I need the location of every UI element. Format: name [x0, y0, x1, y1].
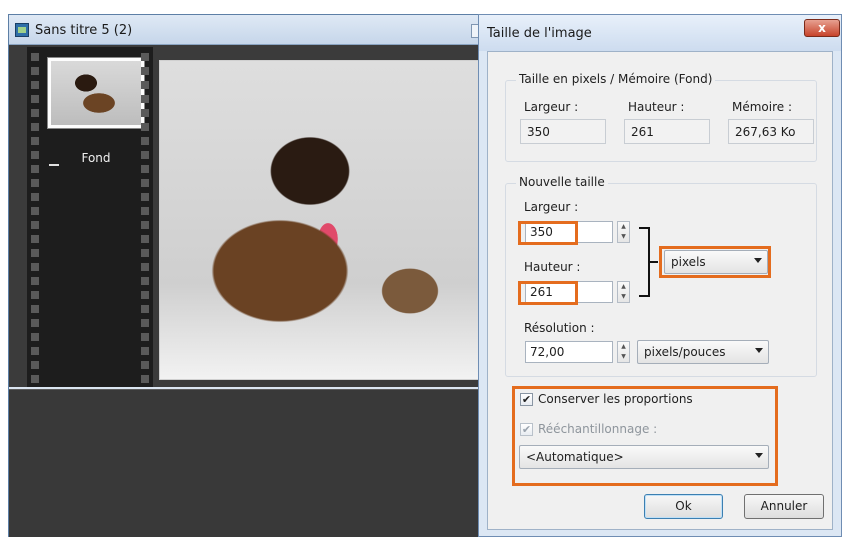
film-perforation	[141, 235, 149, 243]
workspace-bottom-panel	[9, 389, 483, 537]
film-perforation	[31, 277, 39, 285]
film-perforation	[31, 291, 39, 299]
new-size-group: Nouvelle taille Largeur : 350 ▲ ▼ Hauteur…	[505, 175, 817, 377]
film-perforation	[141, 123, 149, 131]
film-perforation	[31, 333, 39, 341]
film-perforation	[141, 207, 149, 215]
film-perforation	[31, 109, 39, 117]
link-bracket	[639, 227, 650, 297]
dialog-title: Taille de l'image	[487, 26, 592, 41]
film-perforation	[31, 151, 39, 159]
new-size-group-title: Nouvelle taille	[516, 175, 608, 189]
current-width-label: Largeur :	[524, 100, 579, 114]
film-perforation	[141, 263, 149, 271]
height-spinner-icon[interactable]: ▲ ▼	[617, 281, 630, 303]
layer-thumbnail[interactable]	[47, 57, 145, 129]
film-perforation	[141, 193, 149, 201]
film-perforation	[141, 95, 149, 103]
film-perforation	[141, 221, 149, 229]
pixel-size-group: Taille en pixels / Mémoire (Fond) Largeu…	[505, 72, 817, 162]
layer-name: Fond	[81, 151, 111, 165]
film-perforation	[31, 123, 39, 131]
film-perforation	[31, 95, 39, 103]
layer-thumbnail-image	[51, 61, 141, 125]
dialog-titlebar: Taille de l'image x	[479, 15, 841, 51]
film-perforation	[31, 137, 39, 145]
film-perforation	[141, 81, 149, 89]
film-perforation	[31, 249, 39, 257]
film-perforation	[31, 361, 39, 369]
film-perforation	[141, 277, 149, 285]
dog-and-cat-photo	[160, 61, 494, 379]
film-perforation	[31, 179, 39, 187]
film-perforation	[31, 221, 39, 229]
height-highlight	[518, 281, 578, 305]
document-icon	[15, 23, 29, 37]
film-perforation	[141, 333, 149, 341]
layers-filmstrip: Fond	[27, 47, 153, 389]
resolution-label: Résolution :	[524, 321, 595, 335]
document-titlebar: Sans titre 5 (2)	[9, 15, 485, 45]
film-perforation	[31, 235, 39, 243]
film-perforation	[31, 263, 39, 271]
resolution-unit-select[interactable]: pixels/pouces	[637, 340, 769, 364]
image-size-dialog: Taille de l'image x Taille en pixels / M…	[478, 14, 842, 537]
current-height-label: Hauteur :	[628, 100, 685, 114]
film-perforation	[141, 179, 149, 187]
film-perforation	[31, 81, 39, 89]
memory-value: 267,63 Ko	[728, 119, 814, 144]
current-width-value: 350	[520, 119, 606, 144]
resolution-spinner-icon[interactable]: ▲ ▼	[617, 341, 630, 363]
film-perforation	[141, 67, 149, 75]
options-highlight	[512, 386, 778, 486]
link-bracket-tick	[650, 261, 658, 263]
resolution-input[interactable]: 72,00	[525, 341, 613, 363]
film-perforation	[141, 137, 149, 145]
film-perforation	[141, 165, 149, 173]
film-perforation	[141, 347, 149, 355]
dialog-body: Taille en pixels / Mémoire (Fond) Largeu…	[487, 51, 833, 530]
document-title: Sans titre 5 (2)	[35, 23, 133, 38]
film-perforation	[31, 375, 39, 383]
width-spinner-icon[interactable]: ▲ ▼	[617, 221, 630, 243]
film-perforation	[31, 207, 39, 215]
film-perforation	[31, 67, 39, 75]
film-perforation	[141, 375, 149, 383]
film-perforation	[31, 305, 39, 313]
memory-label: Mémoire :	[732, 100, 793, 114]
film-perforation	[141, 319, 149, 327]
film-perforation	[141, 109, 149, 117]
new-width-label: Largeur :	[524, 200, 579, 214]
film-perforation	[141, 151, 149, 159]
cancel-button[interactable]: Annuler	[744, 494, 824, 519]
film-perforation	[141, 361, 149, 369]
document-window: Sans titre 5 (2) Fond	[8, 14, 495, 537]
film-perforation	[31, 193, 39, 201]
chevron-down-icon	[755, 348, 763, 353]
close-icon: x	[818, 21, 826, 35]
unit-highlight	[659, 246, 771, 278]
ok-button[interactable]: Ok	[644, 494, 723, 519]
close-button[interactable]: x	[804, 19, 840, 37]
film-perforation	[141, 291, 149, 299]
resolution-unit-value: pixels/pouces	[644, 345, 726, 359]
layer-indicator	[49, 164, 59, 166]
film-perforation	[31, 319, 39, 327]
current-height-value: 261	[624, 119, 710, 144]
film-perforation	[141, 305, 149, 313]
film-perforation	[31, 53, 39, 61]
image-canvas[interactable]	[159, 60, 495, 380]
width-highlight	[518, 221, 578, 245]
film-perforation	[31, 165, 39, 173]
new-height-label: Hauteur :	[524, 260, 581, 274]
film-perforation	[141, 249, 149, 257]
pixel-size-group-title: Taille en pixels / Mémoire (Fond)	[516, 72, 716, 86]
film-perforation	[141, 53, 149, 61]
film-perforation	[31, 347, 39, 355]
